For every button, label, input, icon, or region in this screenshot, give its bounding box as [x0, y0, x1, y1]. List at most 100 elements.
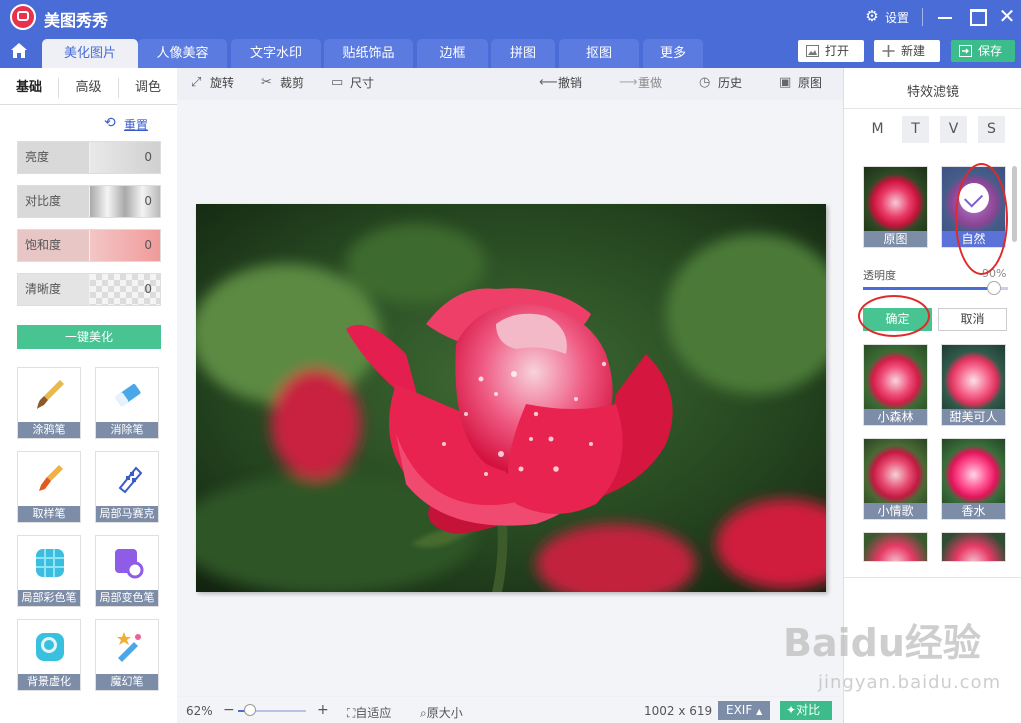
sharpness-slider[interactable]: 清晰度 0: [17, 273, 161, 306]
brightness-label: 亮度: [18, 142, 89, 173]
magnifier-icon: ⌕: [420, 706, 427, 720]
watermark-main: Baidu经验: [783, 621, 981, 665]
magic-pen-tool[interactable]: 魔幻笔: [95, 619, 159, 691]
image-icon: [806, 45, 819, 57]
cancel-button[interactable]: 取消: [938, 308, 1007, 331]
eraser-pen-tool[interactable]: 消除笔: [95, 367, 159, 439]
zoom-slider-knob[interactable]: [243, 704, 256, 716]
opacity-slider-knob[interactable]: [986, 281, 1001, 295]
local-recolor-pen-tool[interactable]: 局部变色笔: [95, 535, 159, 607]
app-logo-icon: [10, 4, 36, 30]
filter-category-s[interactable]: S: [978, 116, 1005, 143]
tab-beautify[interactable]: 美化图片: [42, 39, 138, 68]
doodle-pen-tool[interactable]: 涂鸦笔: [17, 367, 81, 439]
save-label: 保存: [978, 44, 1003, 58]
redo-label: 重做: [638, 76, 663, 90]
fit-button[interactable]: ⛶自适应: [347, 704, 391, 721]
background-blur-tool[interactable]: 背景虚化: [17, 619, 81, 691]
close-button[interactable]: ✕: [994, 4, 1020, 28]
left-panel: 基础 高级 调色 ⟲ 重置 亮度 0 对比度 0 饱和度 0 清晰度 0 一键美…: [0, 68, 177, 723]
caret-up-icon: ▲: [756, 707, 763, 716]
tab-more[interactable]: 更多: [643, 39, 703, 68]
zoom-percent: 62%: [186, 704, 213, 718]
new-button[interactable]: 新建: [874, 40, 940, 62]
brightness-slider[interactable]: 亮度 0: [17, 141, 161, 174]
tool-label: 局部彩色笔: [18, 590, 80, 606]
watermark-sub: jingyan.baidu.com: [818, 672, 1002, 693]
filter-sweet[interactable]: 甜美可人: [941, 344, 1006, 426]
filter-original[interactable]: 原图: [863, 166, 928, 248]
brush-icon: [39, 465, 63, 491]
open-button[interactable]: 打开: [798, 40, 864, 62]
original-label: 原图: [798, 76, 823, 90]
rotate-button[interactable]: ⤢ 旋转: [191, 75, 234, 91]
filter-label: 小森林: [864, 409, 927, 425]
tool-label: 背景虚化: [18, 674, 80, 690]
filter-category-t[interactable]: T: [902, 116, 929, 143]
exif-button[interactable]: EXIF ▲: [718, 701, 770, 720]
redo-button[interactable]: ⟶ 重做: [619, 75, 662, 91]
tool-label: 涂鸦笔: [18, 422, 80, 438]
minimize-button[interactable]: [932, 4, 958, 28]
opacity-label: 透明度: [863, 269, 896, 282]
filter-little-forest[interactable]: 小森林: [863, 344, 928, 426]
zoom-in-button[interactable]: +: [317, 702, 329, 718]
filter-label: 香水: [942, 503, 1005, 519]
confirm-button[interactable]: 确定: [863, 308, 932, 331]
check-icon: [959, 183, 989, 213]
one-click-beautify-button[interactable]: 一键美化: [17, 325, 161, 349]
original-button[interactable]: ▣ 原图: [779, 75, 822, 91]
crop-button[interactable]: ✂ 裁剪: [261, 75, 304, 91]
resize-button[interactable]: ▭ 尺寸: [331, 75, 374, 91]
filter-label: 甜美可人: [942, 409, 1005, 425]
tab-portrait[interactable]: 人像美容: [138, 39, 227, 68]
tab-cutout[interactable]: 抠图: [559, 39, 639, 68]
scissors-icon: ✂: [261, 75, 272, 90]
tab-basic[interactable]: 基础: [0, 68, 58, 105]
filter-more-2[interactable]: [941, 532, 1006, 562]
local-color-pen-tool[interactable]: 局部彩色笔: [17, 535, 81, 607]
reset-icon: ⟲: [104, 115, 116, 131]
actual-size-button[interactable]: ⌕原大小: [420, 704, 463, 721]
filter-thumbnail: [942, 345, 1005, 410]
filter-thumbnail: [864, 439, 927, 504]
contrast-slider[interactable]: 对比度 0: [17, 185, 161, 218]
rose-photo[interactable]: [196, 204, 826, 592]
zoom-out-button[interactable]: −: [223, 702, 235, 718]
title-bar: 美图秀秀 ⚙ 设置 ✕: [0, 0, 1021, 34]
filter-perfume[interactable]: 香水: [941, 438, 1006, 520]
local-mosaic-tool[interactable]: 局部马赛克: [95, 451, 159, 523]
baidu-watermark: Baidu经验 jingyan.baidu.com: [783, 612, 1002, 712]
tab-collage[interactable]: 拼图: [491, 39, 555, 68]
tab-frames[interactable]: 边框: [417, 39, 488, 68]
filter-love-song[interactable]: 小情歌: [863, 438, 928, 520]
reset-label: 重置: [124, 118, 149, 132]
settings-button[interactable]: 设置: [885, 9, 909, 26]
history-button[interactable]: ◷ 历史: [699, 75, 742, 91]
filter-natural[interactable]: 自然: [941, 166, 1006, 248]
home-button[interactable]: [0, 34, 38, 68]
filter-category-v[interactable]: V: [940, 116, 967, 143]
tool-label: 局部马赛克: [96, 506, 158, 522]
filter-scrollbar[interactable]: [1012, 166, 1017, 242]
tab-text-watermark[interactable]: 文字水印: [231, 39, 321, 68]
undo-button[interactable]: ⟵ 撤销: [539, 75, 582, 91]
saturation-slider[interactable]: 饱和度 0: [17, 229, 161, 262]
gear-icon[interactable]: ⚙: [864, 8, 880, 24]
actual-size-label: 原大小: [426, 706, 463, 720]
eraser-icon: [115, 383, 141, 407]
sampler-pen-tool[interactable]: 取样笔: [17, 451, 81, 523]
blur-icon: [36, 633, 64, 661]
tab-stickers[interactable]: 贴纸饰品: [324, 39, 413, 68]
title-separator: [922, 8, 923, 26]
tab-advanced[interactable]: 高级: [59, 68, 118, 105]
filter-more-1[interactable]: [863, 532, 928, 562]
crop-label: 裁剪: [280, 76, 305, 90]
new-label: 新建: [901, 44, 926, 58]
exif-label: EXIF: [726, 703, 753, 717]
tab-color[interactable]: 调色: [119, 68, 177, 105]
edit-toolbar: ⤢ 旋转 ✂ 裁剪 ▭ 尺寸 ⟵ 撤销 ⟶ 重做 ◷ 历史 ▣ 原图: [177, 68, 843, 100]
filter-category-m[interactable]: M: [864, 116, 891, 143]
save-button[interactable]: 保存: [951, 40, 1015, 62]
maximize-button[interactable]: [964, 4, 990, 28]
